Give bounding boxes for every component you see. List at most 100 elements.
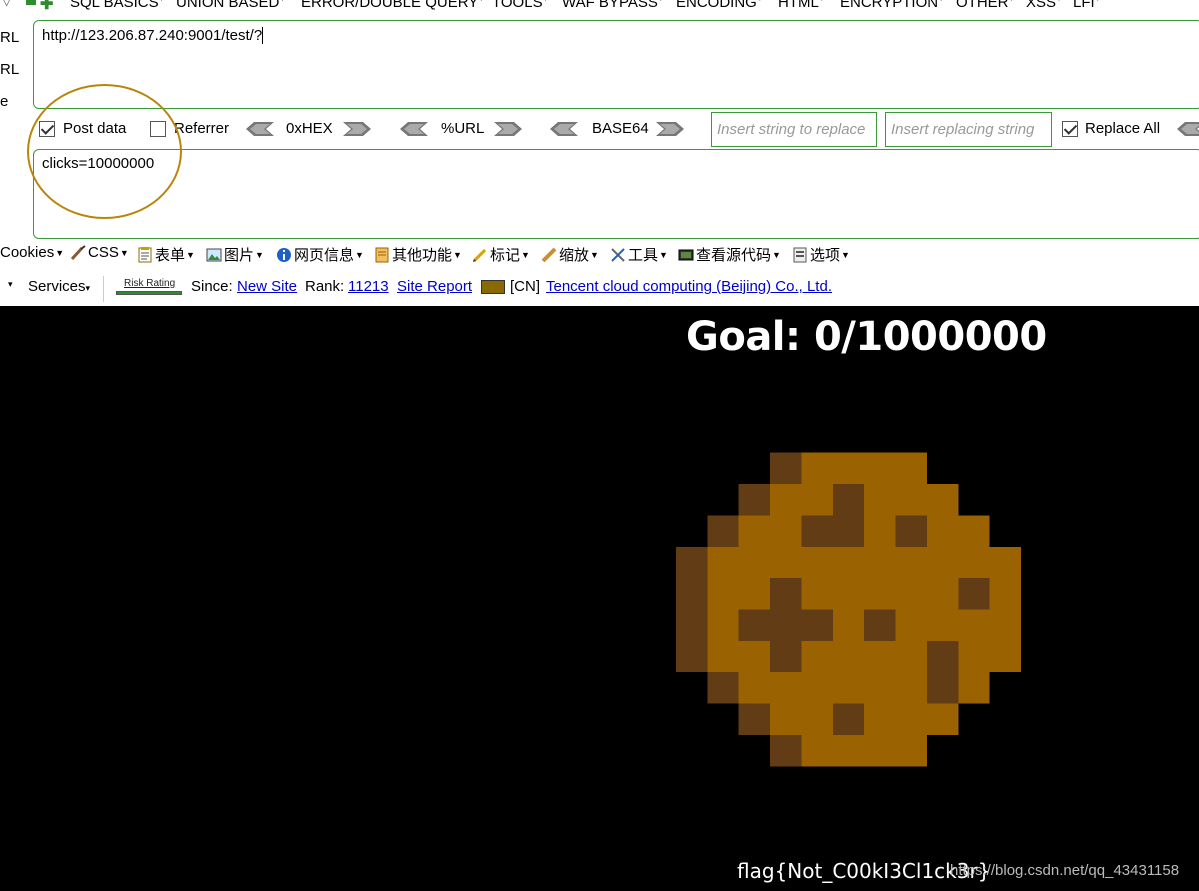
ruler-icon <box>541 247 557 263</box>
goal-counter: Goal: 0/1000000 <box>686 314 1047 360</box>
menu-label: OTHER <box>956 0 1009 11</box>
tb-label: CSS <box>88 244 119 261</box>
site-report-link[interactable]: Site Report <box>397 278 472 295</box>
replace-arrow-icon[interactable] <box>1177 122 1199 136</box>
menu-label: HTML <box>778 0 819 11</box>
since-link[interactable]: New Site <box>237 278 297 295</box>
tb-label: 选项 <box>810 247 841 264</box>
menu-encoding[interactable]: ENCODING▾ <box>676 0 762 11</box>
source-icon <box>678 247 694 263</box>
hex-label: 0xHEX <box>286 120 333 137</box>
replace-all-checkbox[interactable] <box>1062 121 1078 137</box>
watermark: https://blog.csdn.net/qq_43431158 <box>950 862 1180 879</box>
replace-all-label[interactable]: Replace All <box>1085 120 1160 137</box>
menu-encryption[interactable]: ENCRYPTION▾ <box>840 0 943 11</box>
tb-tools[interactable]: 工具 ▼ <box>610 244 668 265</box>
rank-link[interactable]: 11213 <box>348 278 389 295</box>
minus-icon[interactable] <box>26 0 36 5</box>
menu-sql-basics[interactable]: SQL BASICS▾ <box>70 0 164 11</box>
image-icon <box>206 247 222 263</box>
load-url-label[interactable]: RL <box>0 22 19 54</box>
risk-rating-label: Risk Rating <box>124 278 176 289</box>
risk-rating-badge[interactable]: Risk Rating <box>116 278 182 296</box>
menu-xss[interactable]: XSS▾ <box>1026 0 1061 11</box>
split-url-label[interactable]: RL <box>0 54 19 86</box>
annotation-circle <box>27 84 182 219</box>
encode-left-arrow-icon[interactable] <box>246 122 274 136</box>
menu-label: ENCRYPTION <box>840 0 939 11</box>
tb-label: 图片 <box>224 247 255 264</box>
plus-icon[interactable]: ✚ <box>40 0 53 14</box>
menu-html[interactable]: HTML▾ <box>778 0 824 11</box>
tb-cookies[interactable]: Cookies ▼ <box>0 244 64 261</box>
menu-label: ERROR/DOUBLE QUERY <box>301 0 479 11</box>
tb-css[interactable]: CSS ▼ <box>70 244 129 261</box>
tb-label: 缩放 <box>559 247 590 264</box>
menu-waf-bypass[interactable]: WAF BYPASS▾ <box>562 0 663 11</box>
tb-view-source[interactable]: 查看源代码 ▼ <box>678 244 781 265</box>
services-label: Services <box>28 278 86 295</box>
menu-other[interactable]: OTHER▾ <box>956 0 1014 11</box>
tb-forms[interactable]: 表单 ▼ <box>137 244 195 265</box>
referrer-label[interactable]: Referrer <box>174 120 229 137</box>
post-data-input[interactable]: clicks=10000000 <box>33 149 1199 239</box>
dropdown-arrow-icon[interactable]: ▾ <box>8 279 13 290</box>
base64-label: BASE64 <box>592 120 649 137</box>
since-label: Since: <box>191 278 233 295</box>
pencil-icon <box>472 247 488 263</box>
url-encode-label: %URL <box>441 120 485 137</box>
replace-string-input[interactable]: Insert string to replace <box>711 112 877 147</box>
misc-icon <box>374 247 390 263</box>
encode-left-arrow-icon[interactable] <box>400 122 428 136</box>
info-icon <box>276 247 292 263</box>
tb-resize[interactable]: 缩放 ▼ <box>541 244 599 265</box>
cookie-button-icon[interactable] <box>676 452 1021 767</box>
decode-right-arrow-icon[interactable] <box>656 122 684 136</box>
encode-left-arrow-icon[interactable] <box>550 122 578 136</box>
tb-images[interactable]: 图片 ▼ <box>206 244 264 265</box>
decode-right-arrow-icon[interactable] <box>494 122 522 136</box>
menu-lfi[interactable]: LFI▾ <box>1073 0 1100 11</box>
web-developer-toolbar: Cookies ▼ CSS ▼ 表单 ▼ 图片 ▼ 网页信息 ▼ 其他功能 ▼ 标记 ▼ 缩放… <box>0 244 1199 268</box>
tb-label: Cookies <box>0 244 55 261</box>
services-menu[interactable]: Services▾ <box>28 278 90 295</box>
decode-right-arrow-icon[interactable] <box>343 122 371 136</box>
hosting-link[interactable]: Tencent cloud computing (Beijing) Co., L… <box>546 278 832 295</box>
collapse-icon[interactable]: ▽ <box>2 0 11 8</box>
tb-label: 其他功能 <box>392 247 453 264</box>
country-code: [CN] <box>510 278 540 295</box>
tb-misc[interactable]: 其他功能 ▼ <box>374 244 462 265</box>
menu-error-double-query[interactable]: ERROR/DOUBLE QUERY▾ <box>301 0 483 11</box>
risk-rating-bar <box>116 291 182 295</box>
menu-label: TOOLS <box>492 0 543 11</box>
menu-label: WAF BYPASS <box>562 0 658 11</box>
menu-label: LFI <box>1073 0 1095 11</box>
tb-label: 标记 <box>490 247 521 264</box>
tb-label: 表单 <box>155 247 186 264</box>
menu-label: SQL BASICS <box>70 0 159 11</box>
form-icon <box>137 246 153 263</box>
toolbar-separator <box>103 276 104 302</box>
tools-icon <box>610 247 626 263</box>
menu-union-based[interactable]: UNION BASED▾ <box>176 0 284 11</box>
tb-label: 工具 <box>628 247 659 264</box>
tb-page-info[interactable]: 网页信息 ▼ <box>276 244 364 265</box>
site-info-toolbar: ▾ Services▾ Risk Rating Since: New Site … <box>0 276 1199 302</box>
game-page: Goal: 0/1000000 flag{Not_C00kI3Cl1ck3r} … <box>0 306 1199 891</box>
tb-outline[interactable]: 标记 ▼ <box>472 244 530 265</box>
tb-label: 网页信息 <box>294 247 355 264</box>
hackbar-menubar: ▽ ✚ SQL BASICS▾ UNION BASED▾ ERROR/DOUBL… <box>0 0 1199 14</box>
menu-label: ENCODING <box>676 0 757 11</box>
menu-label: UNION BASED <box>176 0 280 11</box>
tb-label: 查看源代码 <box>696 247 772 264</box>
side-action-labels: RL RL e <box>0 22 19 118</box>
css-brush-icon <box>70 244 86 261</box>
country-flag-icon <box>481 280 505 294</box>
url-input[interactable]: http://123.206.87.240:9001/test/? <box>33 20 1199 109</box>
replacing-string-input[interactable]: Insert replacing string <box>885 112 1052 147</box>
tb-options[interactable]: 选项 ▼ <box>792 244 850 265</box>
menu-tools[interactable]: TOOLS▾ <box>492 0 548 11</box>
rank-label: Rank: <box>305 278 345 295</box>
url-value: http://123.206.87.240:9001/test/? <box>42 27 263 44</box>
options-icon <box>792 247 808 263</box>
